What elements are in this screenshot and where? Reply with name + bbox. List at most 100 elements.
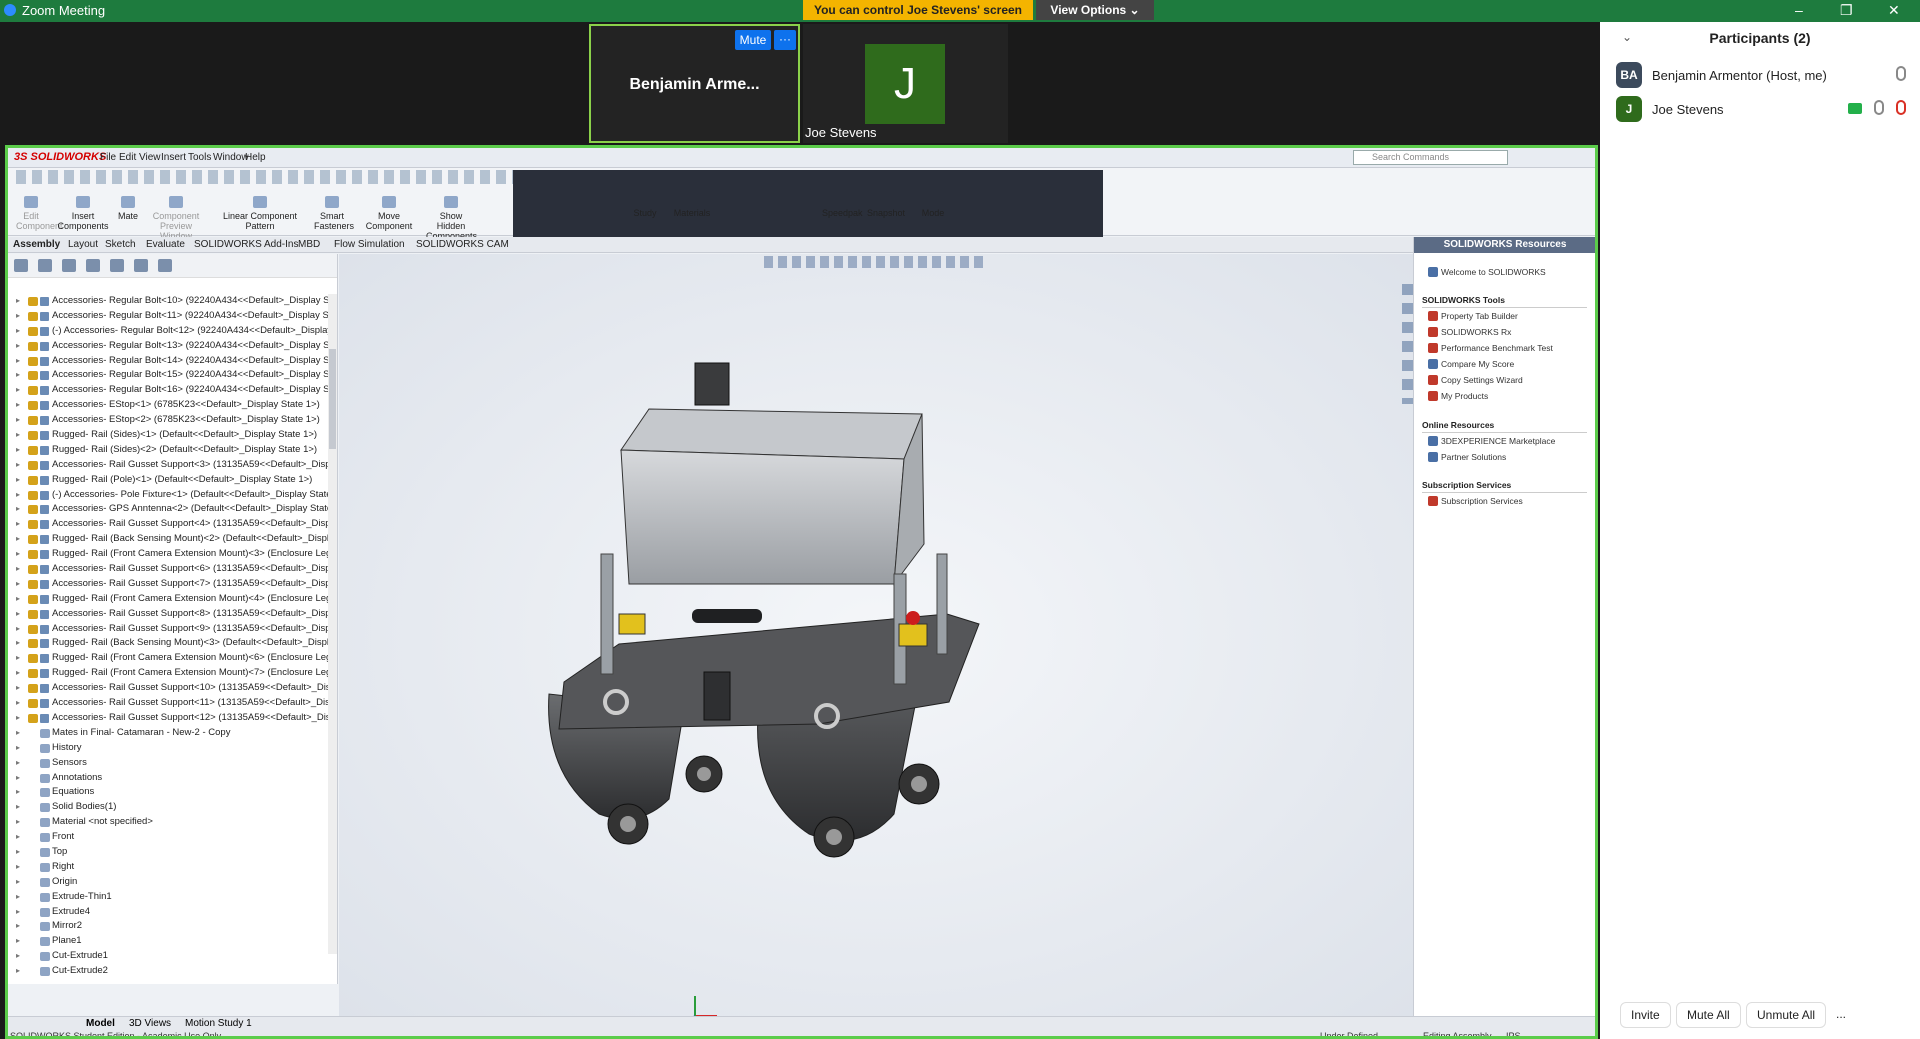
tree-row[interactable]: ▸ Front <box>8 830 328 845</box>
quick-access-icons[interactable] <box>16 170 516 184</box>
search-commands-input[interactable]: Search Commands <box>1353 150 1508 165</box>
tree-row[interactable]: ▸ Accessories- Rail Gusset Support<4> (13… <box>8 517 328 532</box>
tree-row[interactable]: ▸ Accessories- Rail Gusset Support<6> (13… <box>8 562 328 577</box>
microphone-icon[interactable] <box>1874 100 1884 115</box>
insert-components-button[interactable]: Insert Components <box>52 196 114 231</box>
move-component-button[interactable]: Move Component <box>354 196 424 231</box>
tree-row[interactable]: ▸ Mirror2 <box>8 919 328 934</box>
tab-motion-study[interactable]: Motion Study 1 <box>185 1018 252 1029</box>
resource-link[interactable]: SOLIDWORKS Rx <box>1428 327 1511 337</box>
tree-row[interactable]: ▸ Rugged- Rail (Sides)<2> (Default<<Defau… <box>8 443 328 458</box>
resource-link[interactable]: Subscription Services <box>1428 496 1523 506</box>
expand-arrow-icon[interactable]: ▸ <box>16 651 20 666</box>
show-hidden-button[interactable]: Show Hidden Components <box>426 196 477 241</box>
tree-row[interactable]: ▸ Accessories- EStop<1> (6785K23<<Default… <box>8 398 328 413</box>
tree-row[interactable]: ▸ Accessories- EStop<2> (6785K23<<Default… <box>8 413 328 428</box>
tree-row[interactable]: ▸ Annotations <box>8 771 328 786</box>
tools-section-title[interactable]: SOLIDWORKS Tools <box>1422 295 1587 308</box>
expand-arrow-icon[interactable]: ▸ <box>16 294 20 309</box>
tab-model[interactable]: Model <box>86 1018 115 1029</box>
tab-sketch[interactable]: Sketch <box>105 239 136 250</box>
scrollbar-thumb[interactable] <box>329 349 336 449</box>
materials-button[interactable]: Materials <box>672 208 712 218</box>
tab-mbd[interactable]: MBD <box>298 239 320 250</box>
tree-scrollbar[interactable] <box>328 294 337 954</box>
more-button[interactable]: ... <box>1826 1002 1857 1028</box>
graphics-viewport[interactable] <box>339 254 1416 1022</box>
subscription-section-title[interactable]: Subscription Services <box>1422 480 1587 493</box>
tree-row[interactable]: ▸ Cut-Extrude2 <box>8 964 328 979</box>
tree-row[interactable]: ▸ Material <not specified> <box>8 815 328 830</box>
tree-row[interactable]: ▸ Accessories- Rail Gusset Support<3> (13… <box>8 458 328 473</box>
expand-arrow-icon[interactable]: ▸ <box>16 488 20 503</box>
resource-link[interactable]: 3DEXPERIENCE Marketplace <box>1428 436 1555 446</box>
resource-link[interactable]: Partner Solutions <box>1428 452 1506 462</box>
expand-arrow-icon[interactable]: ▸ <box>16 636 20 651</box>
tree-row[interactable]: ▸ Accessories- Rail Gusset Support<12> (1… <box>8 711 328 726</box>
menu-edit[interactable]: Edit <box>119 152 136 163</box>
mode-button[interactable]: Mode <box>918 208 948 218</box>
tab-evaluate[interactable]: Evaluate <box>146 239 185 250</box>
snapshot-button[interactable]: Snapshot <box>866 208 906 218</box>
expand-arrow-icon[interactable]: ▸ <box>16 696 20 711</box>
close-button[interactable]: ✕ <box>1888 2 1900 19</box>
tree-row[interactable]: ▸ Rugged- Rail (Back Sensing Mount)<3> (D… <box>8 636 328 651</box>
tree-row[interactable]: ▸ (-) Accessories- Pole Fixture<1> (Defau… <box>8 488 328 503</box>
maximize-button[interactable]: ❐ <box>1840 2 1853 19</box>
expand-arrow-icon[interactable]: ▸ <box>16 785 20 800</box>
tree-row[interactable]: ▸ Extrude4 <box>8 905 328 920</box>
tree-row[interactable]: ▸ Accessories- Rail Gusset Support<10> (1… <box>8 681 328 696</box>
tree-row[interactable]: ▸ Accessories- Regular Bolt<13> (92240A43… <box>8 339 328 354</box>
minimize-button[interactable]: – <box>1795 2 1803 18</box>
expand-arrow-icon[interactable]: ▸ <box>16 919 20 934</box>
expand-arrow-icon[interactable]: ▸ <box>16 383 20 398</box>
expand-arrow-icon[interactable]: ▸ <box>16 949 20 964</box>
resource-link[interactable]: Compare My Score <box>1428 359 1514 369</box>
expand-arrow-icon[interactable]: ▸ <box>16 309 20 324</box>
expand-arrow-icon[interactable]: ▸ <box>16 741 20 756</box>
tab-addins[interactable]: SOLIDWORKS Add-Ins <box>194 239 298 250</box>
online-section-title[interactable]: Online Resources <box>1422 420 1587 433</box>
menu-tools[interactable]: Tools <box>188 152 211 163</box>
expand-arrow-icon[interactable]: ▸ <box>16 547 20 562</box>
component-preview-button[interactable]: Component Preview Window <box>146 196 206 241</box>
smart-fasteners-button[interactable]: Smart Fasteners <box>314 196 354 231</box>
resource-link[interactable]: My Products <box>1428 391 1488 401</box>
tree-row[interactable]: ▸ Accessories- Regular Bolt<15> (92240A43… <box>8 368 328 383</box>
dimxpert-icon[interactable] <box>86 259 100 272</box>
tree-row[interactable]: ▸ Rugged- Rail (Front Camera Extension Mo… <box>8 547 328 562</box>
expand-arrow-icon[interactable]: ▸ <box>16 711 20 726</box>
expand-arrow-icon[interactable]: ▸ <box>16 771 20 786</box>
tree-row[interactable]: ▸ Accessories- Regular Bolt<16> (92240A43… <box>8 383 328 398</box>
tree-row[interactable]: ▸ Accessories- Regular Bolt<11> (92240A43… <box>8 309 328 324</box>
microphone-icon[interactable] <box>1896 66 1906 81</box>
tree-row[interactable]: ▸ Accessories- Rail Gusset Support<11> (1… <box>8 696 328 711</box>
expand-arrow-icon[interactable]: ▸ <box>16 443 20 458</box>
tree-row[interactable]: ▸ Equations <box>8 785 328 800</box>
tree-row[interactable]: ▸ Accessories- Regular Bolt<10> (92240A43… <box>8 294 328 309</box>
tree-row[interactable]: ▸ Rugged- Rail (Front Camera Extension Mo… <box>8 592 328 607</box>
expand-arrow-icon[interactable]: ▸ <box>16 726 20 741</box>
expand-arrow-icon[interactable]: ▸ <box>16 398 20 413</box>
tree-row[interactable]: ▸ Rugged- Rail (Front Camera Extension Mo… <box>8 666 328 681</box>
view-options-button[interactable]: View Options ⌄ <box>1036 0 1154 20</box>
tab-3d-views[interactable]: 3D Views <box>129 1018 171 1029</box>
expand-arrow-icon[interactable]: ▸ <box>16 934 20 949</box>
expand-arrow-icon[interactable]: ▸ <box>16 562 20 577</box>
expand-arrow-icon[interactable]: ▸ <box>16 413 20 428</box>
tab-layout[interactable]: Layout <box>68 239 98 250</box>
property-manager-icon[interactable] <box>38 259 52 272</box>
expand-arrow-icon[interactable]: ▸ <box>16 428 20 443</box>
expand-arrow-icon[interactable]: ▸ <box>16 324 20 339</box>
expand-arrow-icon[interactable]: ▸ <box>16 890 20 905</box>
expand-arrow-icon[interactable]: ▸ <box>16 622 20 637</box>
tree-row[interactable]: ▸ Top <box>8 845 328 860</box>
mute-all-button[interactable]: Mute All <box>1676 1002 1741 1028</box>
expand-arrow-icon[interactable]: ▸ <box>16 875 20 890</box>
tree-row[interactable]: ▸ Accessories- Rail Gusset Support<8> (13… <box>8 607 328 622</box>
expand-arrow-icon[interactable]: ▸ <box>16 473 20 488</box>
config-manager-icon[interactable] <box>62 259 76 272</box>
tab-assembly[interactable]: Assembly <box>13 239 60 250</box>
mate-button[interactable]: Mate <box>116 196 140 221</box>
expand-arrow-icon[interactable]: ▸ <box>16 502 20 517</box>
